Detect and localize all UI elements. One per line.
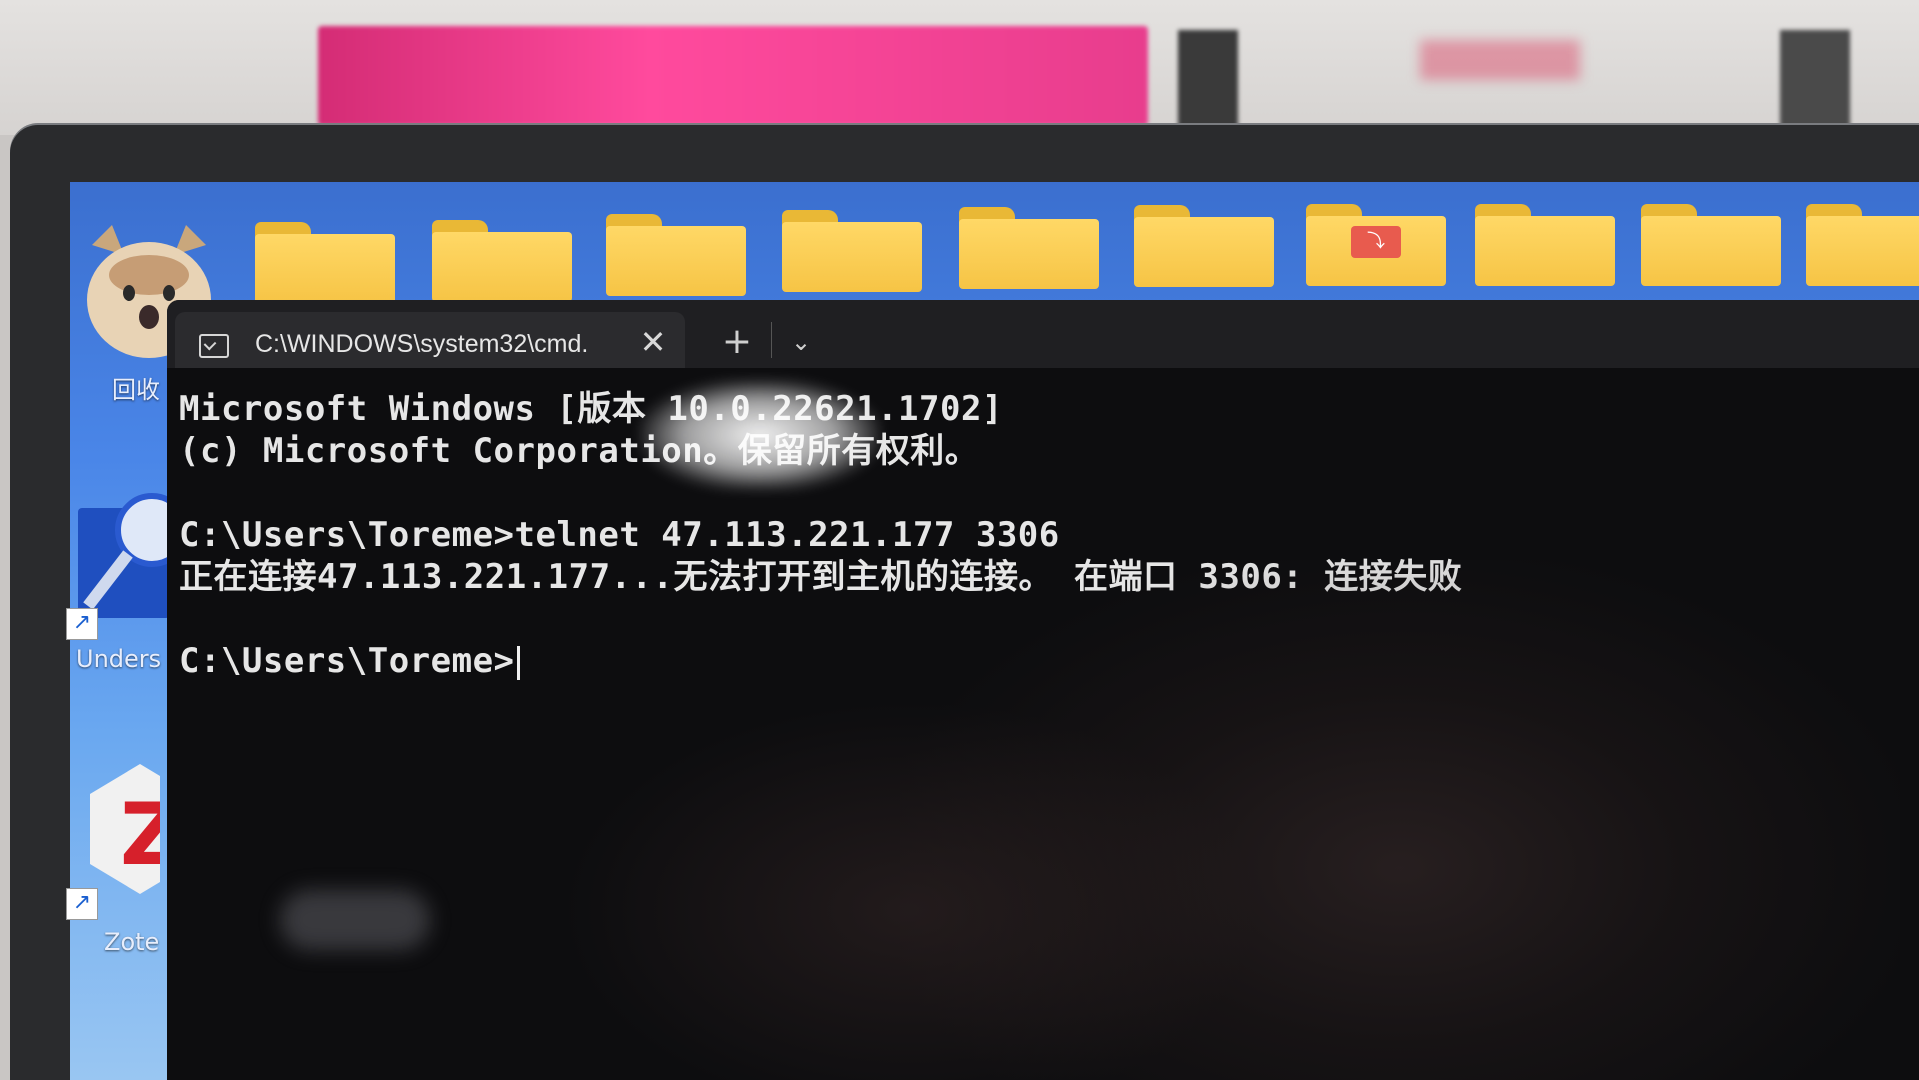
console-line: C:\Users\Toreme>telnet 47.113.221.177 33… [179,515,1060,555]
cmd-icon [199,334,229,358]
folder-icon[interactable] [1134,205,1274,287]
new-tab-button[interactable]: + [715,320,759,364]
shortcut-arrow-icon: ↗ [66,888,98,920]
console-prompt: C:\Users\Toreme> [179,641,515,681]
room-pink-object [318,26,1148,126]
tab-dropdown-button[interactable]: ⌄ [779,324,823,360]
console-line: (c) Microsoft Corporation。保留所有权利。 [179,431,980,471]
folder-icon[interactable] [606,214,746,296]
folder-icon[interactable] [1806,204,1919,286]
photo-scene: 回收 ↗ Unders Z ↗ Zote ⤵ C:\WINDOWS\system… [0,0,1919,1080]
terminal-window[interactable]: C:\WINDOWS\system32\cmd. ✕ + ⌄ Microsoft… [167,300,1919,1080]
folder-icon[interactable] [1641,204,1781,286]
room-red-object [1420,40,1580,80]
room-dark-object [1780,30,1850,130]
console-line: 正在连接47.113.221.177...无法打开到主机的连接。 在端口 330… [179,557,1463,597]
shortcut-arrow-icon: ↗ [66,608,98,640]
room-dark-object [1178,30,1238,130]
tab-title: C:\WINDOWS\system32\cmd. [255,330,589,358]
zotero-icon[interactable]: Z ↗ [66,760,190,920]
console-output[interactable]: Microsoft Windows [版本 10.0.22621.1702] (… [179,388,1919,1080]
folder-icon[interactable] [432,220,572,302]
console-prompt-line[interactable]: C:\Users\Toreme> [179,640,1919,682]
close-tab-icon[interactable]: ✕ [635,324,671,360]
terminal-titlebar[interactable]: C:\WINDOWS\system32\cmd. ✕ + ⌄ [167,300,1919,368]
app-label-zote: Zote [104,928,160,956]
folder-icon[interactable] [1475,204,1615,286]
titlebar-divider [771,322,772,358]
app-label-unders: Unders [76,645,162,673]
folder-icon[interactable] [782,210,922,292]
text-cursor [516,645,520,680]
folder-icon[interactable] [255,222,397,304]
console-line: Microsoft Windows [版本 10.0.22621.1702] [179,389,1003,429]
svg-text:Z: Z [120,785,160,885]
pdf-folder-icon[interactable]: ⤵ [1306,204,1446,286]
recycle-bin-label: 回收 [112,376,160,404]
folder-icon[interactable] [959,207,1099,289]
magnifier-app-icon[interactable]: ↗ [66,480,189,640]
